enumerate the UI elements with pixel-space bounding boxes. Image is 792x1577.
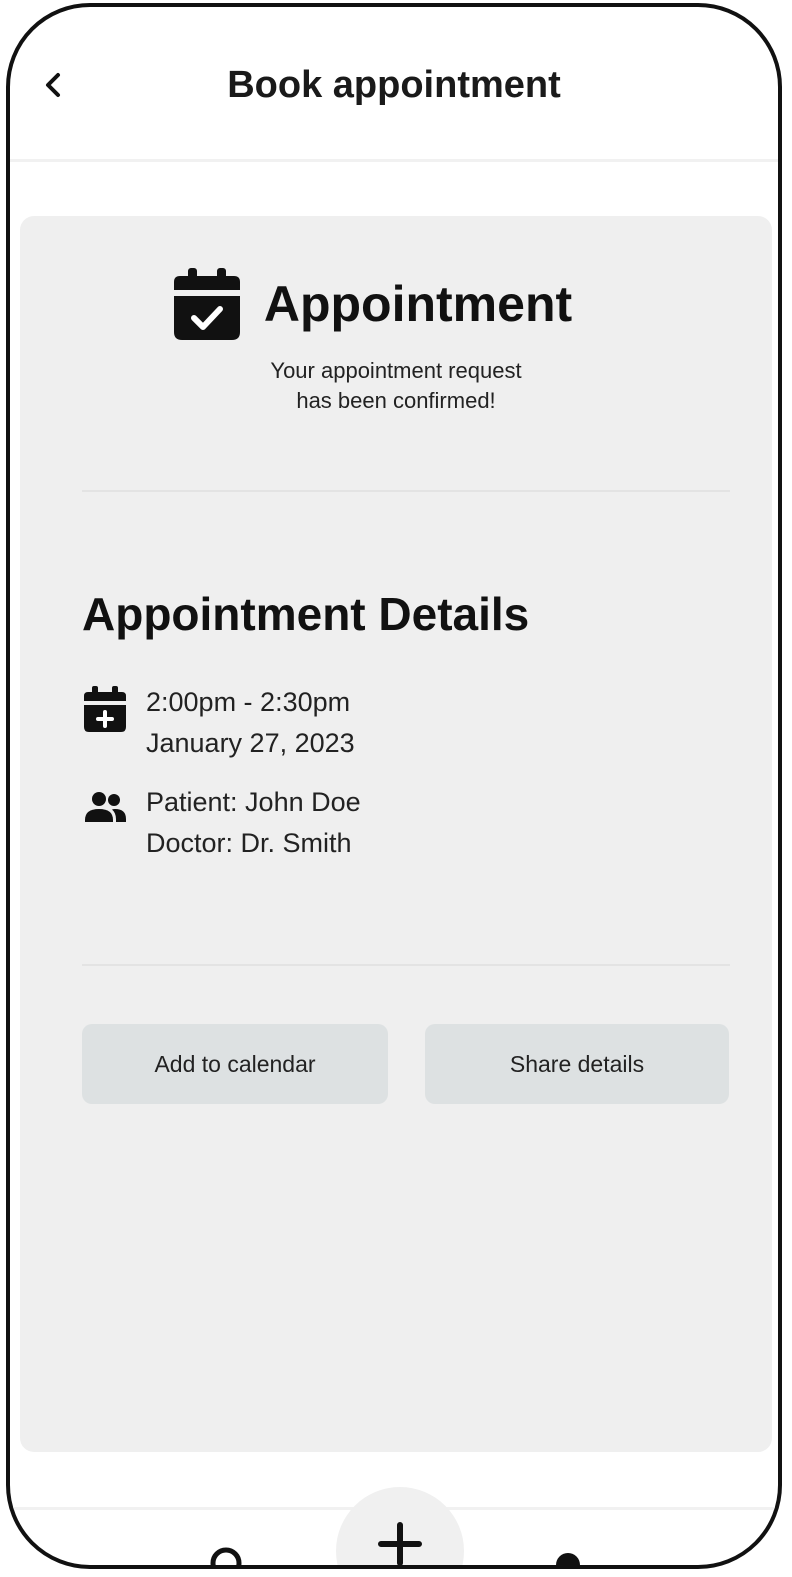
calendar-check-icon xyxy=(173,268,240,340)
detail-time-text: 2:00pm - 2:30pm January 27, 2023 xyxy=(146,682,355,764)
page-title: Book appointment xyxy=(227,64,561,106)
doctor-name: Doctor: Dr. Smith xyxy=(146,828,352,858)
plus-icon xyxy=(378,1522,422,1565)
confirmation-message-line-2: has been confirmed! xyxy=(296,388,496,413)
confirmation-header: Appointment xyxy=(20,268,772,340)
add-to-calendar-button[interactable]: Add to calendar xyxy=(82,1024,388,1104)
confirmation-title: Appointment xyxy=(263,276,573,332)
appointment-date: January 27, 2023 xyxy=(146,728,355,758)
detail-people-text: Patient: John Doe Doctor: Dr. Smith xyxy=(146,782,361,864)
confirmation-message-line-1: Your appointment request xyxy=(270,358,522,383)
search-icon[interactable] xyxy=(206,1545,246,1569)
people-icon xyxy=(85,792,126,822)
app-header: Book appointment xyxy=(10,7,778,162)
confirmation-card: Appointment Your appointment request has… xyxy=(20,216,772,1452)
appointment-time: 2:00pm - 2:30pm xyxy=(146,687,351,717)
add-button[interactable] xyxy=(336,1487,464,1565)
detail-row-people: Patient: John Doe Doctor: Dr. Smith xyxy=(82,782,361,864)
confirmation-message: Your appointment request has been confir… xyxy=(20,356,772,416)
share-details-button[interactable]: Share details xyxy=(425,1024,729,1104)
details-title: Appointment Details xyxy=(82,588,530,640)
detail-row-time: 2:00pm - 2:30pm January 27, 2023 xyxy=(82,682,355,764)
divider-bottom xyxy=(82,964,730,966)
divider-top xyxy=(82,490,730,492)
phone-frame: Book appointment Appointment Your appoin… xyxy=(6,3,782,1569)
calendar-plus-icon xyxy=(84,686,126,732)
patient-name: Patient: John Doe xyxy=(146,787,361,817)
profile-icon[interactable] xyxy=(550,1549,586,1569)
